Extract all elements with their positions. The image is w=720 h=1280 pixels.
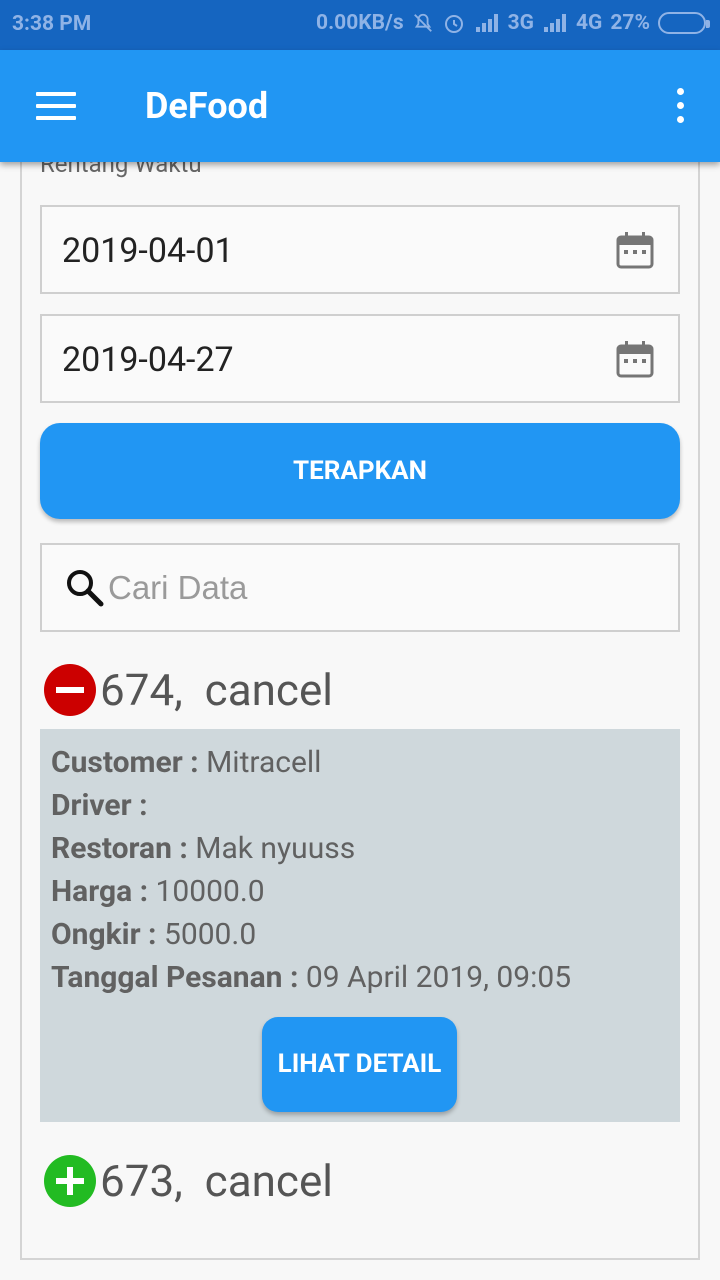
status-bar: 3:38 PM 0.00KB/s 3G 4G 27% <box>0 0 720 50</box>
battery-percent: 27% <box>610 11 650 35</box>
search-input[interactable] <box>108 565 648 611</box>
order-title: 674, cancel <box>100 664 333 716</box>
net-speed: 0.00KB/s <box>316 11 404 35</box>
network-3g: 3G <box>507 11 534 35</box>
app-title: DeFood <box>145 85 269 127</box>
driver-row: Driver : <box>51 788 148 823</box>
search-box[interactable] <box>40 543 680 632</box>
signal-icon <box>474 14 500 32</box>
shipping-row: Ongkir : 5000.0 <box>51 917 257 952</box>
app-bar: DeFood <box>0 50 720 162</box>
hamburger-icon[interactable] <box>36 92 76 120</box>
customer-value: Mitracell <box>206 745 322 780</box>
restaurant-value: Mak nyuuss <box>195 831 356 866</box>
calendar-icon[interactable] <box>616 231 654 269</box>
alarm-icon <box>444 15 463 33</box>
order-detail-card: Customer : Mitracell Driver : Restoran :… <box>40 729 680 1122</box>
price-row: Harga : 10000.0 <box>51 874 265 909</box>
end-date-field[interactable]: 2019-04-27 <box>40 314 680 403</box>
search-icon <box>67 570 104 607</box>
shipping-value: 5000.0 <box>163 917 257 952</box>
end-date-value: 2019-04-27 <box>62 340 234 380</box>
price-value: 10000.0 <box>155 874 265 909</box>
customer-row: Customer : Mitracell <box>51 745 322 780</box>
order-header-674[interactable]: 674, cancel <box>44 664 333 716</box>
apply-button[interactable]: TERAPKAN <box>40 423 680 519</box>
order-header-673[interactable]: 673, cancel <box>44 1155 333 1207</box>
signal-icon <box>542 14 568 32</box>
start-date-field[interactable]: 2019-04-01 <box>40 205 680 294</box>
order-date-value: 09 April 2019, 09:05 <box>305 960 572 995</box>
status-icons: 0.00KB/s 3G 4G 27% <box>316 11 710 35</box>
network-4g: 4G <box>576 11 603 35</box>
battery-icon <box>658 12 710 34</box>
minus-circle-icon[interactable] <box>44 664 96 716</box>
order-date-row: Tanggal Pesanan : 09 April 2019, 09:05 <box>51 960 572 995</box>
plus-circle-icon[interactable] <box>44 1155 96 1207</box>
more-vert-icon[interactable] <box>674 88 686 124</box>
restaurant-row: Restoran : Mak nyuuss <box>51 831 356 866</box>
status-time: 3:38 PM <box>12 12 92 36</box>
order-title: 673, cancel <box>100 1155 333 1207</box>
calendar-icon[interactable] <box>616 340 654 378</box>
start-date-value: 2019-04-01 <box>62 231 234 271</box>
view-detail-button[interactable]: LIHAT DETAIL <box>262 1017 457 1112</box>
mute-icon <box>413 13 432 32</box>
